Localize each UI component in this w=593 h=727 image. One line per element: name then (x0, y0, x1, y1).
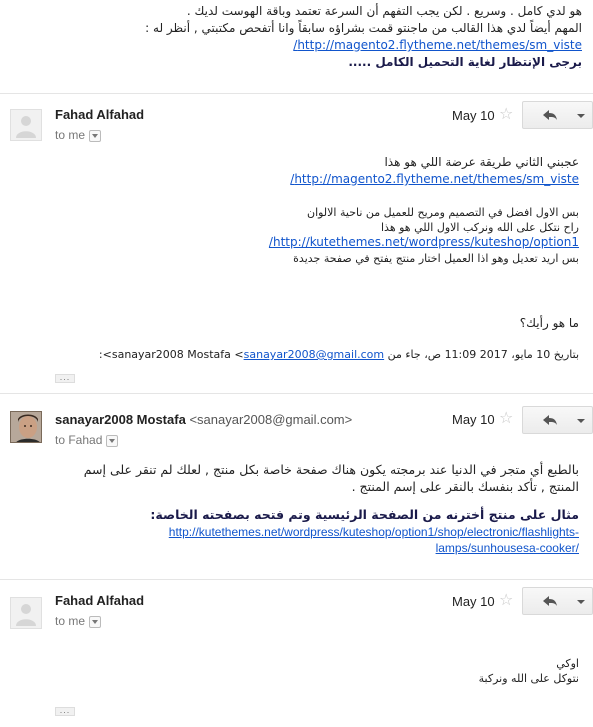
avatar (10, 597, 42, 629)
message-body-line: المنتج , تأكد بنفسك بالنقر على إسم المنت… (351, 479, 579, 494)
sender-name[interactable]: Fahad Alfahad (55, 107, 144, 122)
reply-arrow-icon (543, 596, 557, 606)
recipient-line[interactable]: to Fahad (55, 433, 119, 447)
message-body-link[interactable]: http://magento2.flytheme.net/themes/sm_v… (290, 172, 579, 186)
chevron-down-icon[interactable] (89, 615, 102, 628)
quoted-header: بتاريخ 10 مايو، 2017 11:09 ص، جاء من san… (60, 347, 579, 362)
person-icon (16, 604, 36, 626)
recipient-text: to Fahad (55, 433, 103, 447)
sender-line[interactable]: sanayar2008 Mostafa <sanayar2008@gmail.c… (55, 412, 352, 427)
message-date: May 10 (452, 108, 495, 123)
message-body-question: ما هو رأيك؟ (519, 316, 579, 330)
message-body-bold-line: مثال على منتج أخترنه من الصفحة الرئيسية … (150, 507, 579, 522)
top-message-line2: المهم أيضاً لدي هذا القالب من ماجنتو قمت… (145, 21, 582, 35)
chevron-down-icon[interactable] (89, 129, 102, 142)
more-options-button[interactable] (569, 406, 593, 434)
reply-button[interactable] (522, 587, 572, 615)
top-message-link[interactable]: http://magento2.flytheme.net/themes/sm_v… (293, 38, 582, 52)
recipient-text: to me (55, 128, 86, 142)
message-date: May 10 (452, 412, 495, 427)
message-body-line: نتوكل على الله ونركبة (478, 672, 579, 685)
message-body-line: راح نتكل على الله ونركب الاول اللي هو هذ… (381, 221, 579, 234)
message-body-line: بس اريد تعديل وهو اذا العميل اختار منتج … (293, 252, 579, 265)
reply-arrow-icon (543, 415, 557, 425)
message-body-line: بس الاول افضل في التصميم ومريح للعميل من… (306, 206, 579, 219)
top-message-bold-line: برجى الإنتظار لغاية التحميل الكامل ..... (348, 55, 582, 69)
star-icon[interactable]: ☆ (499, 408, 513, 428)
reply-button[interactable] (522, 101, 572, 129)
profile-photo (11, 412, 41, 442)
message-separator (0, 393, 593, 394)
message-body-link[interactable]: http://kutethemes.net/wordpress/kuteshop… (269, 235, 579, 249)
show-trimmed-content-button[interactable]: ... (55, 373, 75, 383)
message-body-link[interactable]: http://kutethemes.net/wordpress/kuteshop… (169, 525, 579, 539)
show-trimmed-content-button[interactable]: ... (55, 706, 75, 716)
quoted-email-link[interactable]: sanayar2008@gmail.com (244, 348, 385, 361)
recipient-line[interactable]: to me (55, 614, 102, 628)
star-icon[interactable]: ☆ (499, 590, 513, 610)
more-options-button[interactable] (569, 101, 593, 129)
star-icon[interactable]: ☆ (499, 104, 513, 124)
message-body-line: اوكي (556, 657, 579, 670)
reply-arrow-icon (543, 110, 557, 120)
quoted-header-suffix: >: (98, 348, 112, 361)
more-options-button[interactable] (569, 587, 593, 615)
message-body-line: بالطبع أي متجر في الدنيا عند برمجته يكون… (83, 462, 579, 477)
recipient-line[interactable]: to me (55, 128, 102, 142)
chevron-down-icon[interactable] (106, 434, 119, 447)
sender-name[interactable]: Fahad Alfahad (55, 593, 144, 608)
reply-button[interactable] (522, 406, 572, 434)
recipient-text: to me (55, 614, 86, 628)
message-body-line: عجبني الثاني طريقة عرضة اللي هو هذا (384, 155, 579, 169)
message-separator (0, 579, 593, 580)
message-body-link[interactable]: lamps/sunhousesa-cooker/ (436, 541, 579, 555)
message-separator (0, 93, 593, 94)
sender-email: <sanayar2008@gmail.com> (189, 412, 353, 427)
avatar (10, 411, 42, 443)
avatar (10, 109, 42, 141)
message-date: May 10 (452, 594, 495, 609)
top-message-line1: هو لدي كامل . وسريع . لكن يجب التفهم أن … (186, 4, 582, 18)
sender-name: sanayar2008 Mostafa (55, 412, 186, 427)
person-icon (16, 116, 36, 138)
